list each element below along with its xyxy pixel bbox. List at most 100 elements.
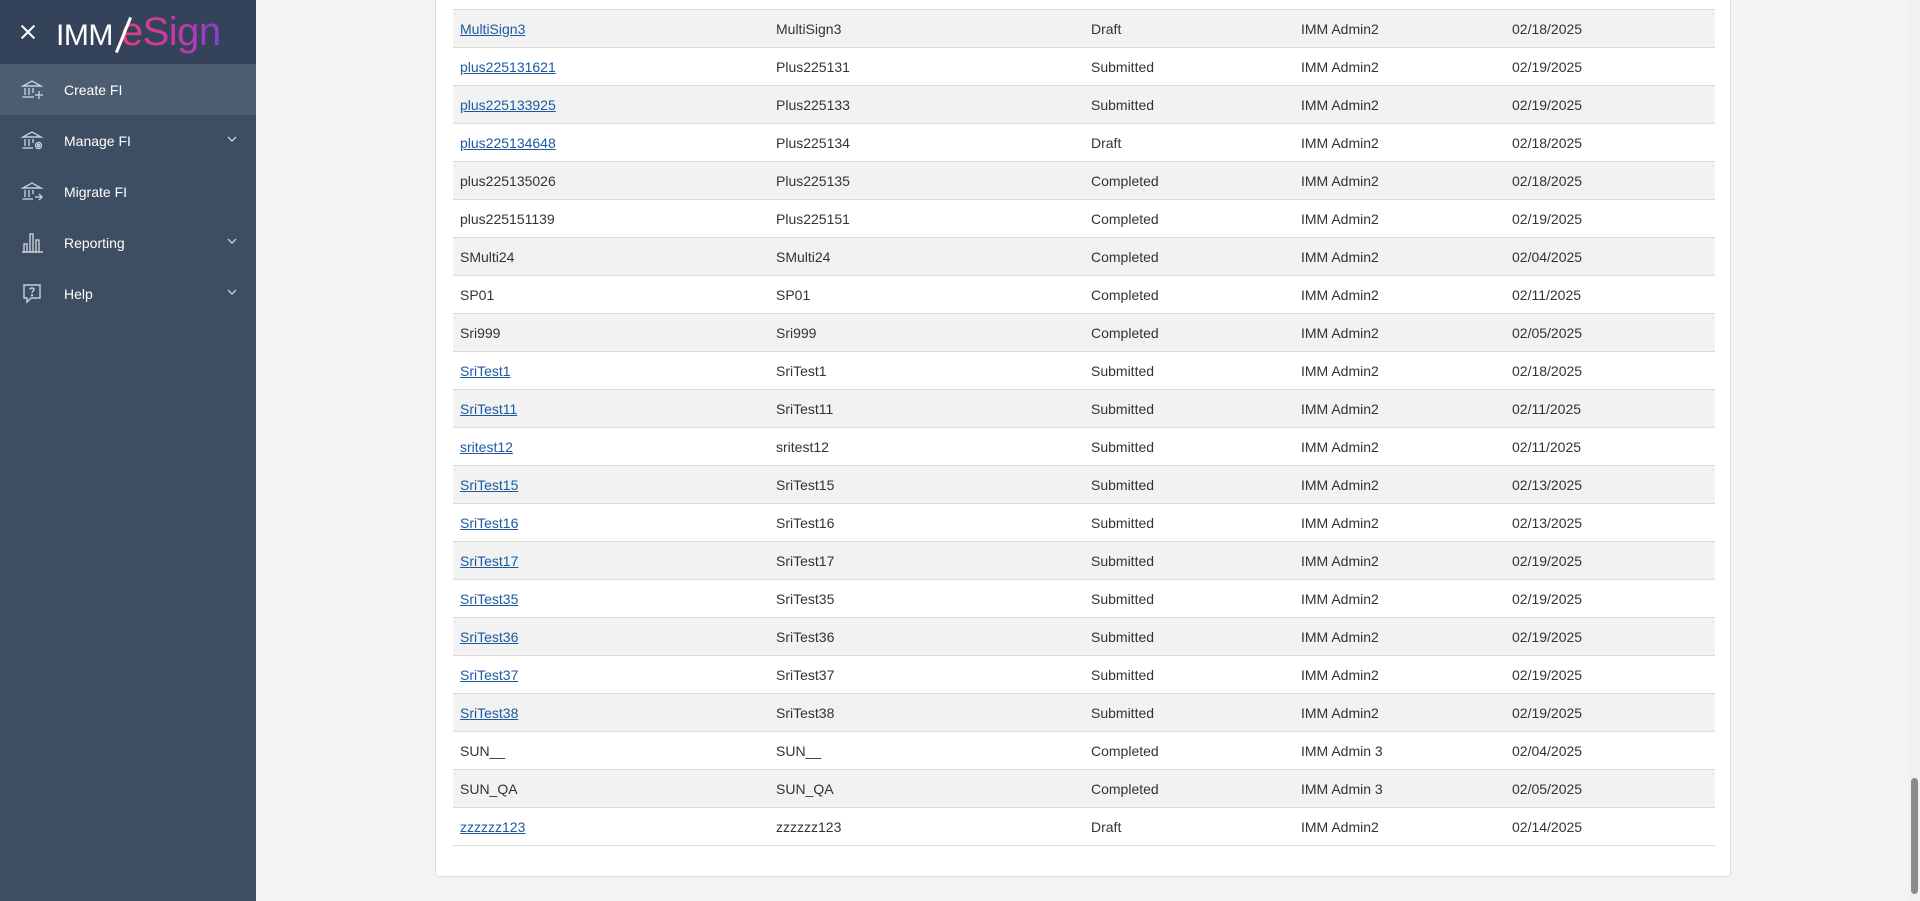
cell-title: SriTest11	[769, 389, 1084, 428]
form-name-link[interactable]: SriTest36	[460, 629, 518, 645]
vertical-scrollbar[interactable]	[1909, 0, 1920, 901]
bank-gear-icon	[20, 128, 44, 152]
cell-title: SUN__	[769, 731, 1084, 770]
cell-title: Plus225133	[769, 85, 1084, 124]
form-name-link[interactable]: zzzzzz123	[460, 819, 525, 835]
cell-title: SriTest15	[769, 465, 1084, 504]
cell-owner: IMM Admin2	[1294, 199, 1505, 238]
cell-status: Submitted	[1084, 427, 1294, 466]
form-name-link[interactable]: SriTest11	[460, 401, 517, 417]
bank-arrow-icon	[20, 179, 44, 203]
form-name-text: Sri999	[460, 324, 501, 341]
cell-title: SriTest37	[769, 655, 1084, 694]
table-row: MultiSign3 MultiSign3 Draft IMM Admin2 02/18…	[453, 9, 1715, 48]
form-name-link[interactable]: SriTest35	[460, 591, 518, 607]
cell-owner: IMM Admin2	[1294, 47, 1505, 86]
sidebar-item-help[interactable]: Help	[0, 268, 256, 319]
cell-date: 02/05/2025	[1505, 769, 1715, 808]
table-row: SriTest1 SriTest1 Submitted IMM Admin2 02/18…	[453, 351, 1715, 390]
form-name-link[interactable]: plus225133925	[460, 97, 556, 113]
table-row: zzzzzz123 zzzzzz123 Draft IMM Admin2 02/14/2…	[453, 807, 1715, 846]
cell-title: sritest12	[769, 427, 1084, 466]
cell-date: 02/19/2025	[1505, 693, 1715, 732]
cell-title: SriTest38	[769, 693, 1084, 732]
form-name-text: SP01	[460, 286, 495, 303]
cell-name: sritest12	[453, 427, 769, 466]
cell-status: Submitted	[1084, 389, 1294, 428]
form-name-link[interactable]: SriTest16	[460, 515, 518, 531]
table-row: SUN_QA SUN_QA Completed IMM Admin 3 02/05/20…	[453, 769, 1715, 808]
sidebar-item-manage-fi[interactable]: Manage FI	[0, 115, 256, 166]
table-row: SriTest16 SriTest16 Submitted IMM Admin2 02/…	[453, 503, 1715, 542]
chevron-down-icon[interactable]	[226, 234, 238, 246]
sidebar-item-label: Manage FI	[64, 132, 131, 149]
cell-date: 02/11/2025	[1505, 427, 1715, 466]
form-name-link[interactable]: plus225131621	[460, 59, 556, 75]
cell-date: 02/11/2025	[1505, 389, 1715, 428]
cell-owner: IMM Admin2	[1294, 541, 1505, 580]
form-name-link[interactable]: SriTest17	[460, 553, 518, 569]
cell-name: SUN__	[453, 731, 769, 770]
logo-suffix: eSign	[120, 10, 221, 54]
sidebar-item-create-fi[interactable]: Create FI	[0, 64, 256, 115]
form-name-text: SMulti24	[460, 248, 515, 265]
cell-name: SriTest38	[453, 693, 769, 732]
cell-status: Submitted	[1084, 579, 1294, 618]
table-row: SMulti24 SMulti24 Completed IMM Admin2 02/04…	[453, 237, 1715, 276]
cell-name: SriTest1	[453, 351, 769, 390]
form-name-link[interactable]: SriTest37	[460, 667, 518, 683]
cell-name: SUN_QA	[453, 769, 769, 808]
forms-table-body: MultiSign3 MultiSign3 Draft IMM Admin2 02/18…	[453, 9, 1715, 846]
cell-date: 02/05/2025	[1505, 313, 1715, 352]
app-logo: IMM eSign	[56, 8, 221, 56]
sidebar-item-label: Help	[64, 285, 93, 302]
sidebar-item-migrate-fi[interactable]: Migrate FI	[0, 166, 256, 217]
form-name-link[interactable]: MultiSign3	[460, 21, 525, 37]
sidebar-item-reporting[interactable]: Reporting	[0, 217, 256, 268]
cell-name: plus225131621	[453, 47, 769, 86]
cell-name: Sri999	[453, 313, 769, 352]
forms-table: MultiSign3 MultiSign3 Draft IMM Admin2 02/18…	[453, 9, 1715, 846]
table-row: SriTest17 SriTest17 Submitted IMM Admin2 02/…	[453, 541, 1715, 580]
chevron-down-icon[interactable]	[226, 285, 238, 297]
help-icon	[20, 281, 44, 305]
cell-title: Plus225151	[769, 199, 1084, 238]
form-name-link[interactable]: SriTest15	[460, 477, 518, 493]
cell-status: Submitted	[1084, 47, 1294, 86]
chevron-down-icon[interactable]	[226, 132, 238, 144]
form-name-link[interactable]: plus225134648	[460, 135, 556, 151]
cell-status: Submitted	[1084, 351, 1294, 390]
cell-owner: IMM Admin2	[1294, 9, 1505, 48]
sidebar-item-label: Reporting	[64, 234, 125, 251]
cell-status: Submitted	[1084, 541, 1294, 580]
bar-chart-icon	[20, 230, 44, 254]
cell-title: Plus225135	[769, 161, 1084, 200]
form-name-link[interactable]: SriTest38	[460, 705, 518, 721]
cell-owner: IMM Admin2	[1294, 807, 1505, 846]
cell-status: Submitted	[1084, 465, 1294, 504]
table-row: plus225135026 Plus225135 Completed IMM Admi…	[453, 161, 1715, 200]
cell-name: plus225135026	[453, 161, 769, 200]
table-row: plus225134648 Plus225134 Draft IMM Admin2 02…	[453, 123, 1715, 162]
cell-date: 02/04/2025	[1505, 731, 1715, 770]
forms-card: MultiSign3 MultiSign3 Draft IMM Admin2 02/18…	[435, 0, 1731, 877]
close-icon[interactable]	[20, 24, 36, 40]
table-row: SriTest15 SriTest15 Submitted IMM Admin2 02/…	[453, 465, 1715, 504]
cell-owner: IMM Admin2	[1294, 161, 1505, 200]
cell-owner: IMM Admin2	[1294, 427, 1505, 466]
cell-date: 02/04/2025	[1505, 237, 1715, 276]
cell-name: SriTest11	[453, 389, 769, 428]
sidebar-header: IMM eSign	[0, 0, 256, 64]
scrollbar-thumb[interactable]	[1911, 778, 1918, 894]
form-name-link[interactable]: SriTest1	[460, 363, 511, 379]
cell-name: SriTest37	[453, 655, 769, 694]
cell-date: 02/19/2025	[1505, 655, 1715, 694]
sidebar: IMM eSign Create FI Manage FI Migrate FI Re…	[0, 0, 256, 901]
cell-status: Completed	[1084, 161, 1294, 200]
table-row: plus225151139 Plus225151 Completed IMM Admi…	[453, 199, 1715, 238]
cell-status: Completed	[1084, 275, 1294, 314]
cell-date: 02/18/2025	[1505, 161, 1715, 200]
cell-owner: IMM Admin2	[1294, 313, 1505, 352]
form-name-link[interactable]: sritest12	[460, 439, 513, 455]
table-row: SriTest37 SriTest37 Submitted IMM Admin2 02/…	[453, 655, 1715, 694]
